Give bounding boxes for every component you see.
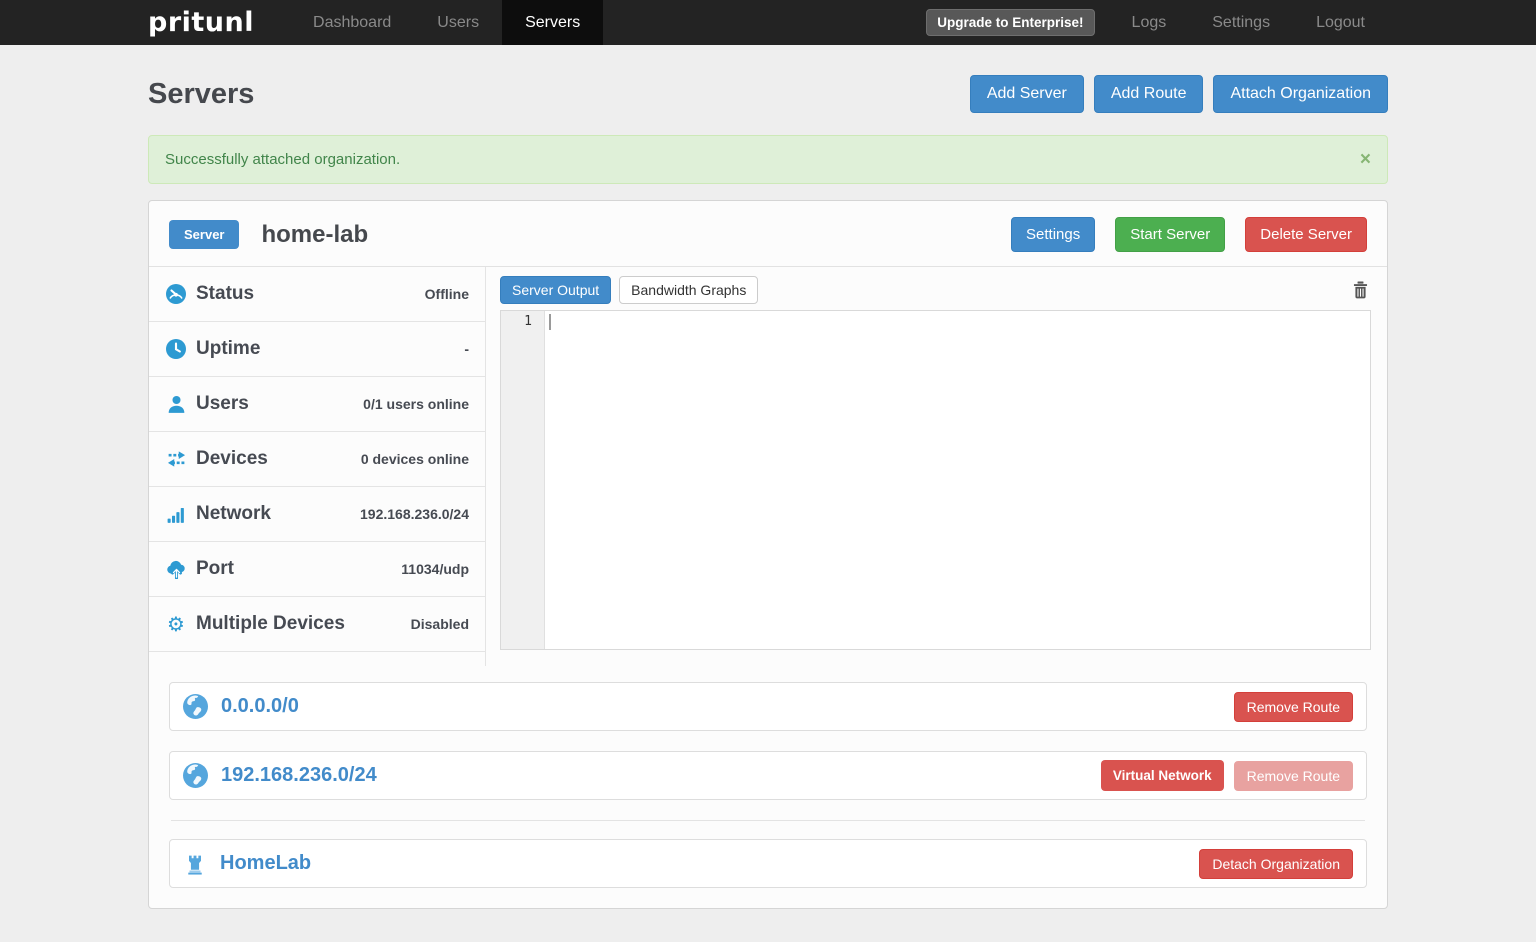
page-title: Servers xyxy=(148,78,254,111)
nav-item-dashboard[interactable]: Dashboard xyxy=(290,0,414,45)
route-network-link[interactable]: 192.168.236.0/24 xyxy=(221,764,377,787)
nav-item-settings[interactable]: Settings xyxy=(1189,0,1293,45)
editor-cursor xyxy=(549,314,551,330)
server-settings-button[interactable]: Settings xyxy=(1011,217,1095,252)
nav-item-logout[interactable]: Logout xyxy=(1293,0,1388,45)
stat-row-port: Port 11034/udp xyxy=(149,542,485,597)
stat-value: 192.168.236.0/24 xyxy=(352,506,469,522)
remove-route-button-disabled: Remove Route xyxy=(1234,761,1353,791)
alert-close-icon[interactable]: × xyxy=(1360,150,1371,169)
server-card-header: Server home-lab Settings Start Server De… xyxy=(149,201,1387,267)
add-server-button[interactable]: Add Server xyxy=(970,75,1084,113)
stat-label: Status xyxy=(196,283,254,305)
stat-row-uptime: Uptime - xyxy=(149,322,485,377)
success-alert: Successfully attached organization. × xyxy=(148,135,1388,184)
top-navbar: pritunl Dashboard Users Servers Upgrade … xyxy=(0,0,1536,45)
attach-organization-button[interactable]: Attach Organization xyxy=(1213,75,1388,113)
tab-server-output[interactable]: Server Output xyxy=(500,276,611,304)
editor-content[interactable] xyxy=(545,311,1370,649)
transfer-icon xyxy=(165,450,187,468)
stat-row-network: Network 192.168.236.0/24 xyxy=(149,487,485,542)
server-output-panel: Server Output Bandwidth Graphs 1 xyxy=(486,267,1387,666)
virtual-network-badge: Virtual Network xyxy=(1101,760,1224,791)
stat-label: Network xyxy=(196,503,271,525)
server-stats-list: Status Offline Uptime - Users 0/1 users … xyxy=(149,267,486,666)
route-row: 0.0.0.0/0 Remove Route xyxy=(169,682,1367,731)
tab-bandwidth-graphs[interactable]: Bandwidth Graphs xyxy=(619,276,758,304)
detach-organization-button[interactable]: Detach Organization xyxy=(1199,849,1353,879)
nav-item-logs[interactable]: Logs xyxy=(1109,0,1190,45)
globe-icon xyxy=(183,763,208,788)
remove-route-button[interactable]: Remove Route xyxy=(1234,692,1353,722)
stat-label: Multiple Devices xyxy=(196,613,345,635)
nav-item-servers[interactable]: Servers xyxy=(502,0,603,45)
stat-value: - xyxy=(456,341,469,357)
signal-bars-icon xyxy=(165,505,187,524)
server-type-badge[interactable]: Server xyxy=(169,220,239,249)
stat-label: Users xyxy=(196,393,249,415)
stat-row-devices: Devices 0 devices online xyxy=(149,432,485,487)
nav-item-users[interactable]: Users xyxy=(414,0,502,45)
start-server-button[interactable]: Start Server xyxy=(1115,217,1225,252)
editor-line-number: 1 xyxy=(501,311,545,649)
stat-value: Offline xyxy=(417,286,469,302)
stat-label: Uptime xyxy=(196,338,260,360)
organization-name-link[interactable]: HomeLab xyxy=(220,852,311,875)
stat-value: 0/1 users online xyxy=(355,396,469,412)
gauge-icon xyxy=(165,284,187,304)
stat-row-status: Status Offline xyxy=(149,267,485,322)
fortress-icon xyxy=(183,852,207,876)
route-row: 192.168.236.0/24 Virtual Network Remove … xyxy=(169,751,1367,800)
server-card: Server home-lab Settings Start Server De… xyxy=(148,200,1388,909)
stat-label: Devices xyxy=(196,448,268,470)
stat-value: Disabled xyxy=(403,616,469,632)
routes-organizations-divider xyxy=(171,820,1365,821)
server-output-editor[interactable]: 1 xyxy=(500,310,1371,650)
user-icon xyxy=(165,395,187,414)
gear-icon: ⚙ xyxy=(165,614,187,634)
page-header: Servers Add Server Add Route Attach Orga… xyxy=(148,75,1388,113)
delete-server-button[interactable]: Delete Server xyxy=(1245,217,1367,252)
upgrade-enterprise-button[interactable]: Upgrade to Enterprise! xyxy=(926,9,1094,36)
stat-label: Port xyxy=(196,558,234,580)
add-route-button[interactable]: Add Route xyxy=(1094,75,1204,113)
server-name: home-lab xyxy=(261,221,368,249)
stat-value: 0 devices online xyxy=(353,451,469,467)
stat-value: 11034/udp xyxy=(393,561,469,577)
globe-icon xyxy=(183,694,208,719)
app-logo[interactable]: pritunl xyxy=(148,7,254,38)
cloud-upload-icon xyxy=(165,560,187,579)
clear-output-trash-icon[interactable] xyxy=(1350,279,1371,301)
clock-icon xyxy=(165,339,187,359)
stat-row-users: Users 0/1 users online xyxy=(149,377,485,432)
alert-message: Successfully attached organization. xyxy=(165,151,400,168)
stat-row-multiple-devices: ⚙ Multiple Devices Disabled xyxy=(149,597,485,652)
organization-row: HomeLab Detach Organization xyxy=(169,839,1367,888)
route-network-link[interactable]: 0.0.0.0/0 xyxy=(221,695,299,718)
